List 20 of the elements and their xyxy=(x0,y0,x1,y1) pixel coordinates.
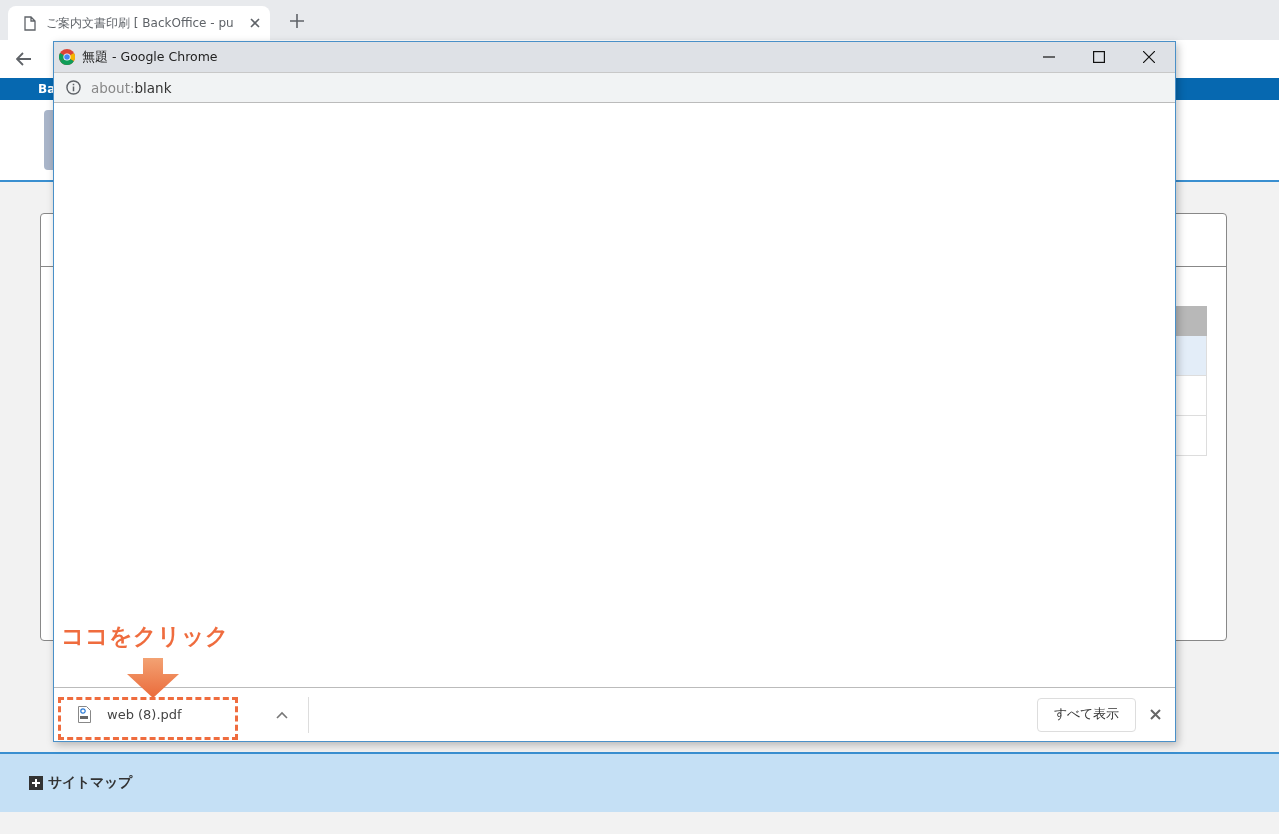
back-icon[interactable] xyxy=(16,52,32,66)
info-icon[interactable] xyxy=(66,80,81,95)
sitemap-link[interactable]: サイトマップ xyxy=(29,774,132,792)
show-all-button[interactable]: すべて表示 xyxy=(1037,697,1136,732)
caret-icon[interactable] xyxy=(276,710,288,719)
tab-title: ご案内文書印刷 [ BackOffice - pu xyxy=(46,14,235,32)
arrow-icon xyxy=(127,658,179,698)
close-icon[interactable] xyxy=(1143,51,1155,63)
browser-tab[interactable]: ご案内文書印刷 [ BackOffice - pu xyxy=(8,6,270,40)
maximize-icon[interactable] xyxy=(1093,51,1105,63)
new-tab-icon[interactable] xyxy=(290,14,304,28)
window-title: 無題 - Google Chrome xyxy=(82,48,219,66)
page-icon xyxy=(24,15,36,31)
close-icon[interactable] xyxy=(250,18,260,28)
annotation-text: ココをクリック xyxy=(61,622,229,651)
chrome-logo-icon xyxy=(59,49,75,65)
pdf-file-icon xyxy=(78,706,91,723)
url-text[interactable]: about:blank xyxy=(91,79,172,96)
plus-icon xyxy=(29,776,43,790)
download-item[interactable]: web (8).pdf xyxy=(54,706,254,723)
